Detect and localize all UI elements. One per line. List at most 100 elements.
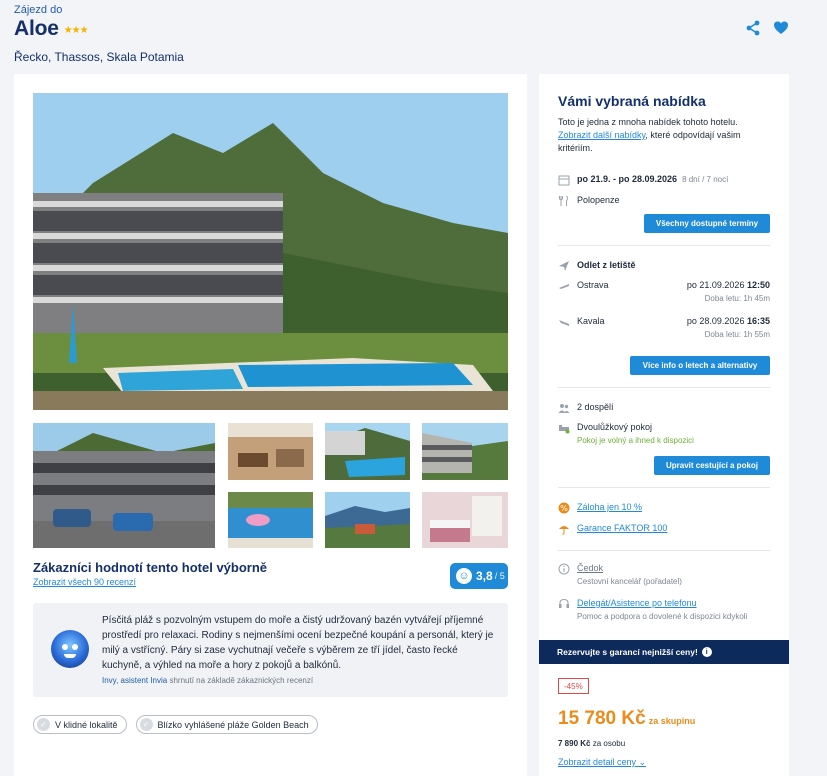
- price-amount: 15 780 Kč: [558, 708, 646, 729]
- price-guarantee-text: Rezervujte s garancí nejnižší ceny!: [557, 647, 698, 657]
- feature-tags: ✓ V klidné lokalitě ✓ Blízko vyhlášené p…: [33, 715, 318, 734]
- travelers-count: 2 dospělí: [577, 402, 614, 412]
- ai-summary-note: shrnutí na základě zákaznických recenzí: [169, 676, 314, 685]
- rating-max: / 5: [494, 571, 505, 581]
- flights-info-button[interactable]: Více info o letech a alternativy: [630, 356, 770, 375]
- room-type: Dvoulůžkový pokoj: [577, 422, 653, 432]
- delegate-description: Pomoc a podpora o dovolené k dispozici k…: [577, 612, 748, 621]
- agency-role: Cestovní kancelář (pořadatel): [577, 577, 682, 586]
- smiley-icon: ☺: [456, 568, 472, 584]
- gallery-thumb[interactable]: [228, 492, 313, 548]
- gallery-thumb[interactable]: [422, 423, 508, 480]
- bed-icon: [559, 425, 570, 434]
- gallery-thumb[interactable]: [33, 423, 215, 548]
- flight-time: 16:35: [746, 316, 770, 326]
- feature-tag: ✓ V klidné lokalitě: [33, 715, 127, 734]
- flight-duration: Doba letu: 1h 55m: [704, 330, 770, 339]
- deposit-row: % Záloha jen 10 %: [558, 502, 770, 514]
- plane-icon: [559, 261, 569, 271]
- departure-label: Odlet z letiště: [577, 260, 636, 270]
- info-circle-icon: [558, 563, 570, 575]
- hotel-header: Zájezd do Aloe ★★★ Řecko, Thassos, Skala…: [14, 4, 184, 64]
- per-person-price: 7 890 Kč za osobu: [558, 739, 625, 748]
- total-price: 15 780 Kč za skupinu: [558, 708, 695, 730]
- rating-title: Zákazníci hodnotí tento hotel výborně: [33, 560, 268, 575]
- flight-date: po 21.09.2026: [686, 280, 745, 290]
- support-icon: [559, 598, 569, 608]
- rating-badge[interactable]: ☺ 3,8 / 5: [450, 563, 508, 589]
- guarantee-link[interactable]: Garance FAKTOR 100: [577, 523, 667, 533]
- outbound-flight-time: po 21.09.2026 12:50 Doba letu: 1h 45m: [687, 280, 770, 303]
- cutlery-icon: [559, 195, 568, 206]
- departure-airport: Ostrava: [577, 280, 609, 290]
- travelers-row: 2 dospělí: [558, 402, 770, 414]
- people-icon: [558, 404, 570, 413]
- star-rating: ★★★: [63, 24, 89, 36]
- assistant-name: Invy, asistent Invia: [102, 676, 168, 685]
- check-icon: ✓: [139, 718, 153, 731]
- per-person-amount: 7 890 Kč: [558, 739, 591, 748]
- divider: [558, 550, 770, 551]
- gallery-thumb[interactable]: [422, 492, 508, 548]
- delegate-row: Delegát/Asistence po telefonu Pomoc a po…: [558, 598, 770, 621]
- assistant-avatar: [51, 630, 89, 668]
- plane-landing-icon: [559, 320, 569, 326]
- per-person-unit: za osobu: [592, 739, 626, 748]
- divider: [558, 245, 770, 246]
- gallery-card: Zákazníci hodnotí tento hotel výborně Zo…: [14, 74, 527, 776]
- percent-icon: %: [558, 502, 570, 514]
- feature-tag: ✓ Blízko vyhlášené pláže Golden Beach: [135, 715, 318, 734]
- price-unit: za skupinu: [648, 716, 696, 726]
- room-row: Dvoulůžkový pokoj Pokoj je volný a ihned…: [558, 422, 770, 445]
- all-reviews-link[interactable]: Zobrazit všech 90 recenzí: [33, 577, 136, 587]
- calendar-icon: [558, 175, 570, 186]
- divider: [558, 487, 770, 488]
- tour-label: Zájezd do: [14, 4, 63, 16]
- return-flight-time: po 28.09.2026 16:35 Doba letu: 1h 55m: [687, 316, 770, 339]
- share-icon[interactable]: [745, 20, 761, 36]
- gallery-thumb[interactable]: [325, 423, 410, 480]
- all-dates-button[interactable]: Všechny dostupné termíny: [644, 214, 770, 233]
- gallery-thumb[interactable]: [228, 423, 313, 480]
- board-type: Polopenze: [577, 195, 620, 205]
- chevron-down-icon: ⌄: [636, 757, 647, 767]
- delegate-link[interactable]: Delegát/Asistence po telefonu: [577, 598, 697, 608]
- svg-text:%: %: [560, 504, 568, 513]
- umbrella-icon: [559, 526, 569, 535]
- offer-desc-text: Toto je jedna z mnoha nabídek tohoto hot…: [558, 117, 738, 127]
- plane-takeoff-icon: [559, 284, 569, 289]
- more-offers-link[interactable]: Zobrazit další nabídky: [558, 130, 645, 140]
- flight-duration: Doba letu: 1h 45m: [704, 294, 770, 303]
- feature-tag-label: Blízko vyhlášené pláže Golden Beach: [157, 719, 309, 730]
- offer-description: Toto je jedna z mnoha nabídek tohoto hot…: [558, 116, 770, 155]
- agency-link[interactable]: Čedok: [577, 563, 603, 573]
- board-row: Polopenze: [558, 195, 770, 207]
- check-icon: ✓: [37, 718, 50, 731]
- gallery-thumb[interactable]: [325, 492, 410, 548]
- travel-dates: po 21.9. - po 28.09.2026: [577, 174, 678, 184]
- hotel-name: Aloe: [14, 17, 59, 40]
- price-guarantee-banner: Rezervujte s garancí nejnižší ceny! i: [539, 640, 789, 664]
- price-detail-label: Zobrazit detail ceny: [558, 757, 637, 767]
- price-detail-link[interactable]: Zobrazit detail ceny ⌄: [558, 757, 646, 768]
- ai-summary-box: Písčitá pláž s pozvolným vstupem do moře…: [33, 603, 508, 697]
- ai-summary-footer: Invy, asistent Invia shrnutí na základě …: [102, 676, 313, 685]
- divider: [558, 387, 770, 388]
- travel-duration: 8 dní / 7 nocí: [682, 175, 729, 184]
- hotel-location: Řecko, Thassos, Skala Potamia: [14, 50, 184, 64]
- edit-travelers-button[interactable]: Upravit cestující a pokoj: [654, 456, 770, 475]
- rating-score: 3,8: [476, 569, 493, 583]
- main-hotel-photo[interactable]: [33, 93, 508, 410]
- offer-title: Vámi vybraná nabídka: [558, 93, 706, 109]
- offer-card: Vámi vybraná nabídka Toto je jedna z mno…: [539, 74, 789, 776]
- deposit-link[interactable]: Záloha jen 10 %: [577, 502, 642, 512]
- dates-row: po 21.9. - po 28.09.2026 8 dní / 7 nocí: [558, 174, 770, 186]
- header-actions: [745, 20, 789, 36]
- discount-badge: -45%: [558, 678, 589, 694]
- room-availability: Pokoj je volný a ihned k dispozici: [577, 436, 694, 445]
- guarantee-row: Garance FAKTOR 100: [558, 523, 770, 535]
- heart-icon[interactable]: [773, 20, 789, 36]
- feature-tag-label: V klidné lokalitě: [55, 719, 118, 730]
- info-icon[interactable]: i: [701, 647, 712, 657]
- return-airport: Kavala: [577, 316, 605, 326]
